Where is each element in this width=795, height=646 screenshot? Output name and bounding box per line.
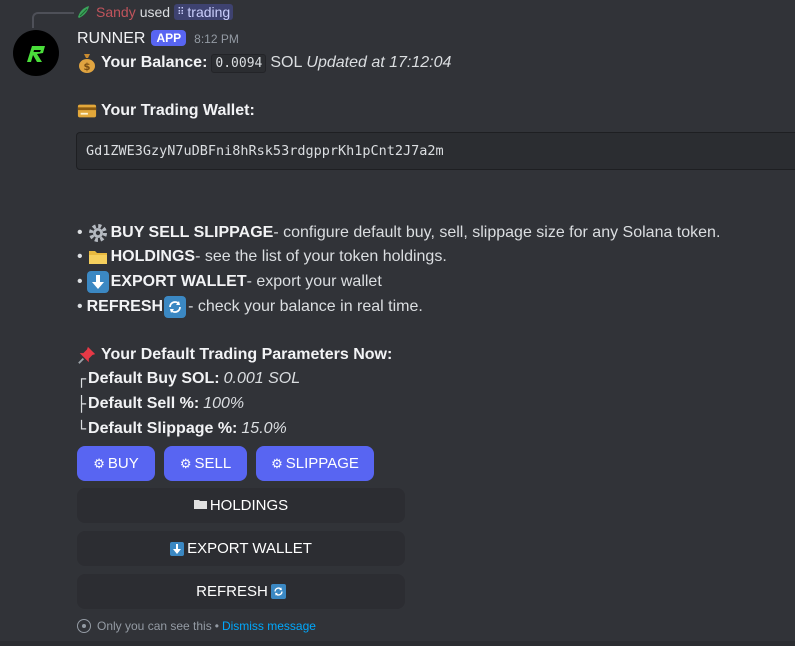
reply-spine	[32, 12, 74, 28]
down-arrow-icon	[170, 541, 185, 556]
param-row: └ Default Slippage %: 15.0%	[77, 420, 287, 438]
sell-button[interactable]: ⚙ SELL	[164, 446, 247, 481]
param-value: 0.001 SOL	[223, 370, 301, 387]
dismiss-message-link[interactable]: Dismiss message	[222, 619, 316, 633]
feature-desc: - see the list of your token holdings.	[195, 248, 447, 265]
params-title-line: Your Default Trading Parameters Now:	[77, 344, 392, 366]
feature-title: REFRESH	[86, 298, 164, 315]
discord-message-view: Sandy used ⠿ trading RUNNER APP 8:12 PM …	[0, 0, 795, 646]
tree-glyph: ├	[77, 395, 87, 413]
app-badge: APP	[151, 30, 187, 46]
buy-button-label: BUY	[107, 455, 139, 472]
only-you-text: Only you can see this	[97, 619, 212, 633]
wallet-address-codeblock[interactable]: Gd1ZWE3GzyN7uDBFni8hRsk53rdgpprKh1pCnt2J…	[76, 132, 795, 170]
gear-icon: ⚙	[179, 455, 192, 471]
bottom-divider	[0, 641, 795, 646]
balance-unit: SOL	[270, 54, 303, 71]
separator: •	[214, 619, 219, 633]
bot-name[interactable]: RUNNER	[77, 30, 145, 48]
refresh-button[interactable]: REFRESH	[77, 574, 405, 609]
params-title: Your Default Trading Parameters Now:	[101, 346, 393, 363]
balance-value: 0.0094	[211, 53, 267, 73]
bullet: •	[77, 298, 83, 315]
bullet: •	[77, 273, 83, 290]
eye-icon	[77, 619, 91, 633]
refresh-button-label: REFRESH	[196, 583, 268, 600]
bullet: •	[77, 224, 83, 241]
folder-icon	[193, 498, 207, 513]
param-label: Default Buy SOL:	[88, 370, 220, 387]
message-timestamp[interactable]: 8:12 PM	[194, 32, 239, 46]
credit-card-icon	[77, 102, 97, 120]
feature-item: • REFRESH - check your balance in real t…	[77, 296, 423, 318]
wallet-label-line: Your Trading Wallet:	[77, 102, 255, 120]
reply-username[interactable]: Sandy	[96, 4, 136, 20]
reply-used-text: used	[139, 4, 171, 20]
wallet-label: Your Trading Wallet:	[101, 102, 255, 119]
bot-avatar[interactable]	[13, 30, 59, 76]
feature-desc: - configure default buy, sell, slippage …	[273, 224, 721, 241]
pushpin-icon	[77, 344, 97, 366]
folder-icon	[87, 246, 109, 268]
param-value: 15.0%	[241, 420, 287, 437]
reply-content: Sandy used ⠿ trading	[76, 4, 234, 20]
feature-desc: - export your wallet	[246, 273, 382, 290]
feature-title: BUY SELL SLIPPAGE	[110, 224, 274, 241]
balance-label: Your Balance:	[101, 54, 208, 71]
refresh-icon	[270, 584, 286, 599]
sell-button-label: SELL	[194, 455, 232, 472]
ephemeral-notice: Only you can see this • Dismiss message	[77, 619, 316, 633]
param-row: ┌ Default Buy SOL: 0.001 SOL	[77, 370, 300, 388]
bullet: •	[77, 248, 83, 265]
gear-icon: ⚙	[271, 455, 283, 471]
balance-line: $ Your Balance: 0.0094 SOL Updated at 17…	[77, 52, 451, 74]
gear-icon: ⚙	[93, 455, 105, 471]
down-arrow-icon	[86, 271, 109, 293]
feature-title: EXPORT WALLET	[110, 273, 247, 290]
user-mini-avatar-icon[interactable]	[76, 4, 92, 20]
slash-command-mention[interactable]: ⠿ trading	[174, 4, 234, 20]
feature-item: • EXPORT WALLET - export your wallet	[77, 271, 382, 293]
export-wallet-button-label: EXPORT WALLET	[187, 540, 312, 557]
holdings-button[interactable]: HOLDINGS	[77, 488, 405, 523]
money-bag-icon: $	[77, 52, 97, 74]
param-label: Default Slippage %:	[88, 420, 238, 437]
tree-glyph: └	[77, 420, 87, 438]
export-wallet-button[interactable]: EXPORT WALLET	[77, 531, 405, 566]
slippage-button[interactable]: ⚙ SLIPPAGE	[256, 446, 374, 481]
feature-desc: - check your balance in real time.	[188, 298, 423, 315]
buy-button[interactable]: ⚙ BUY	[77, 446, 155, 481]
wallet-address[interactable]: Gd1ZWE3GzyN7uDBFni8hRsk53rdgpprKh1pCnt2J…	[86, 143, 444, 159]
holdings-button-label: HOLDINGS	[209, 497, 289, 514]
app-command-icon: ⠿	[177, 6, 185, 18]
param-label: Default Sell %:	[88, 395, 200, 412]
runner-logo-icon	[27, 46, 45, 62]
slippage-button-label: SLIPPAGE	[285, 455, 359, 472]
feature-item: • BUY SELL SLIPPAGE - configure default …	[77, 222, 720, 244]
tree-glyph: ┌	[77, 370, 87, 388]
param-row: ├ Default Sell %: 100%	[77, 395, 244, 413]
updated-time: Updated at 17:12:04	[306, 54, 452, 71]
param-value: 100%	[203, 395, 245, 412]
feature-item: • HOLDINGS - see the list of your token …	[77, 246, 447, 268]
feature-title: HOLDINGS	[110, 248, 196, 265]
message-header: RUNNER APP 8:12 PM	[77, 30, 239, 48]
refresh-icon	[164, 296, 187, 318]
svg-text:$: $	[84, 62, 91, 73]
gear-icon	[87, 222, 109, 244]
command-name: trading	[187, 4, 231, 20]
